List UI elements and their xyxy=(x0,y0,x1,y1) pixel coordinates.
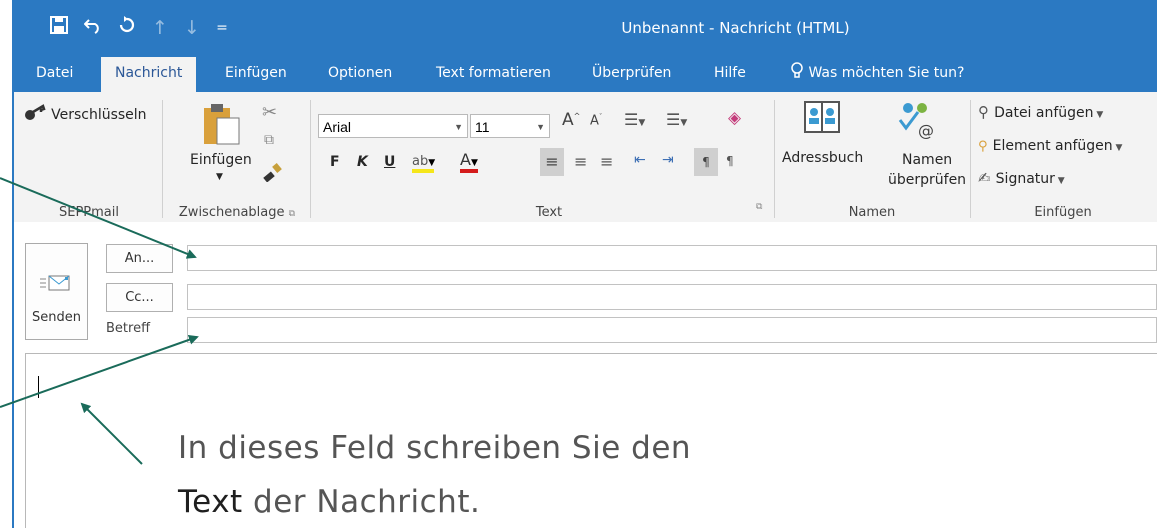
tell-me-box[interactable]: Was möchten Sie tun? xyxy=(790,57,964,92)
paste-label: Einfügen xyxy=(190,152,252,168)
dialog-launcher-icon[interactable]: ⧉ xyxy=(289,209,295,219)
addressbook-button[interactable]: Adressbuch xyxy=(782,100,872,190)
svg-text:@: @ xyxy=(918,121,934,140)
annotation-line-2: Text der Nachricht. xyxy=(178,484,480,520)
check-names-icon: @ xyxy=(898,103,934,140)
addressbook-label: Adressbuch xyxy=(782,150,864,166)
group-label-include: Einfügen xyxy=(1034,205,1092,220)
to-field[interactable] xyxy=(187,245,1157,271)
clear-formatting-icon[interactable]: ◈ xyxy=(728,108,741,128)
cut-icon[interactable]: ✂ xyxy=(262,102,277,123)
highlight-icon[interactable]: ab▼ xyxy=(412,150,448,173)
lightbulb-icon xyxy=(791,62,803,78)
font-color-icon[interactable]: A▼ xyxy=(460,150,496,173)
cc-field[interactable] xyxy=(187,284,1157,310)
align-center-icon[interactable]: ≡ xyxy=(574,152,587,171)
group-separator xyxy=(774,100,775,218)
attach-item-icon: ⚲ xyxy=(978,139,988,154)
decrease-indent-icon[interactable]: ⇤ xyxy=(634,152,646,168)
group-separator xyxy=(162,100,163,218)
rtl-icon[interactable]: ¶ xyxy=(726,154,734,168)
ltr-icon[interactable]: ¶ xyxy=(694,148,718,176)
paste-button[interactable]: Einfügen ▼ xyxy=(184,100,254,195)
annotation-rest: der Nachricht. xyxy=(242,484,481,520)
attach-file-button[interactable]: ⚲ Datei anfügen ▼ xyxy=(978,102,1103,121)
window-title: Unbenannt - Nachricht (HTML) xyxy=(621,19,850,37)
font-family-select[interactable]: Arial ▼ xyxy=(318,114,468,138)
attach-item-button[interactable]: ⚲ Element anfügen ▼ xyxy=(978,135,1122,154)
group-separator xyxy=(310,100,311,218)
tab-nachricht[interactable]: Nachricht xyxy=(101,57,197,94)
annotation-emphasis: Text xyxy=(178,484,243,520)
group-label-names: Namen xyxy=(848,205,896,220)
group-label-seppmail: SEPPmail xyxy=(59,205,119,220)
encrypt-button[interactable]: Verschlüsseln xyxy=(24,104,147,123)
paperclip-icon: ⚲ xyxy=(978,103,989,121)
annotation-line-1: In dieses Feld schreiben Sie den xyxy=(178,430,692,466)
chevron-down-icon: ▼ xyxy=(216,172,223,182)
shrink-font-icon[interactable]: Aˇ xyxy=(590,113,602,128)
bullets-icon[interactable]: ☰▼ xyxy=(624,110,645,129)
group-label-clipboard: Zwischenablage ⧉ xyxy=(178,205,296,220)
ribbon-tabs: Datei Nachricht Einfügen Optionen Text f… xyxy=(14,57,1157,94)
signature-button[interactable]: ✍ Signatur ▼ xyxy=(978,168,1065,187)
align-left-icon[interactable]: ≡ xyxy=(540,148,564,176)
check-names-button[interactable]: @ Namen überprüfen xyxy=(872,100,966,195)
dialog-launcher-icon[interactable]: ⧉ xyxy=(756,202,762,212)
italic-button[interactable]: K xyxy=(357,154,368,170)
paste-icon xyxy=(204,104,240,145)
copy-icon[interactable]: ⧉ xyxy=(264,132,274,148)
check-names-label-2: überprüfen xyxy=(888,172,967,188)
send-button[interactable]: Senden xyxy=(25,243,88,340)
cc-button[interactable]: Cc... xyxy=(106,283,173,312)
group-separator xyxy=(970,100,971,218)
subject-field[interactable] xyxy=(187,317,1157,343)
ribbon: Verschlüsseln SEPPmail Einfügen ▼ ✂ ⧉ Zw… xyxy=(14,92,1157,223)
send-label: Senden xyxy=(32,310,81,325)
key-icon xyxy=(25,104,46,120)
tab-optionen[interactable]: Optionen xyxy=(328,57,392,92)
title-bar: ↑ ↓ = Unbenannt - Nachricht (HTML) xyxy=(14,0,1157,57)
increase-indent-icon[interactable]: ⇥ xyxy=(662,152,674,168)
grow-font-icon[interactable]: A^ xyxy=(562,110,580,130)
group-label-text: Text xyxy=(535,205,563,220)
send-icon xyxy=(40,275,70,291)
bold-button[interactable]: F xyxy=(330,154,340,170)
font-size-select[interactable]: 11 ▼ xyxy=(470,114,550,138)
tab-einfuegen[interactable]: Einfügen xyxy=(225,57,287,92)
tab-hilfe[interactable]: Hilfe xyxy=(714,57,746,92)
signature-icon: ✍ xyxy=(978,169,991,187)
to-button[interactable]: An... xyxy=(106,244,173,273)
addressbook-icon xyxy=(804,101,840,133)
subject-label: Betreff xyxy=(106,321,151,336)
numbering-icon[interactable]: ☰▼ xyxy=(666,110,687,129)
text-cursor xyxy=(38,376,39,398)
format-painter-icon[interactable] xyxy=(262,162,284,186)
tab-ueberpruefen[interactable]: Überprüfen xyxy=(592,57,671,92)
tell-me-label: Was möchten Sie tun? xyxy=(808,65,965,81)
check-names-label-1: Namen xyxy=(902,152,953,168)
align-right-icon[interactable]: ≡ xyxy=(600,152,613,171)
tab-datei[interactable]: Datei xyxy=(36,57,73,92)
tab-text-formatieren[interactable]: Text formatieren xyxy=(436,57,551,92)
encrypt-label: Verschlüsseln xyxy=(51,107,147,123)
underline-button[interactable]: U xyxy=(384,154,395,170)
